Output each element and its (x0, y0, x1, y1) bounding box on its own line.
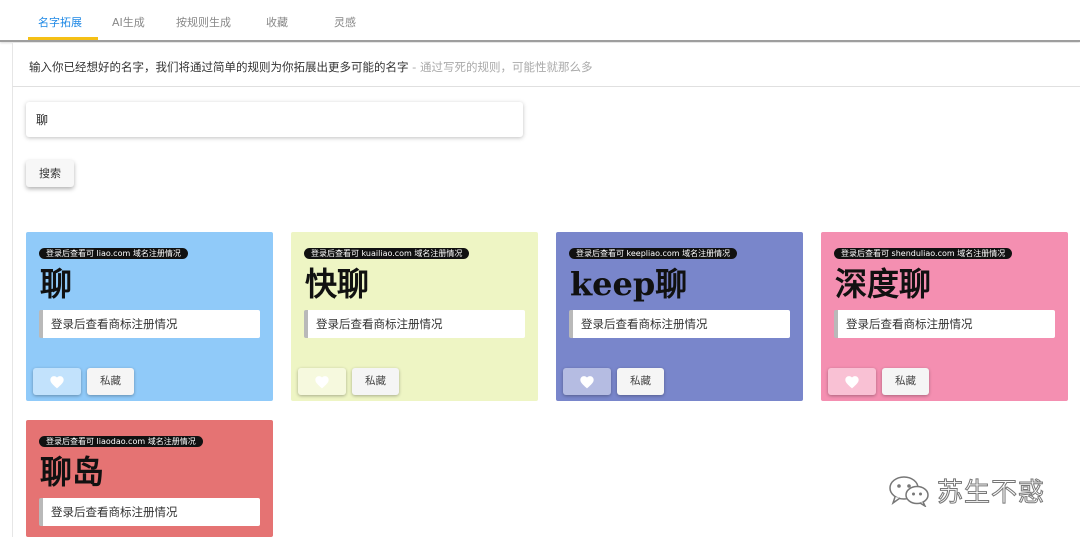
name-card: 登录后查看可 shenduliao.com 域名注册情况 深度聊 登录后查看商标… (821, 232, 1068, 401)
generated-name: 聊 (40, 265, 73, 303)
top-tab-bar: 名字拓展 AI生成 按规则生成 收藏 灵感 (0, 0, 1080, 42)
name-card: 登录后查看可 liao.com 域名注册情况 聊 登录后查看商标注册情况 私藏 (26, 232, 273, 401)
trademark-status[interactable]: 登录后查看商标注册情况 (39, 310, 260, 338)
generated-name: 深度聊 (835, 265, 932, 303)
content-left-border (12, 87, 13, 537)
trademark-status[interactable]: 登录后查看商标注册情况 (834, 310, 1055, 338)
name-card: 登录后查看可 kuailiao.com 域名注册情况 快聊 登录后查看商标注册情… (291, 232, 538, 401)
generated-name: 聊岛 (40, 453, 105, 491)
private-fav-button[interactable]: 私藏 (882, 368, 929, 395)
description-text: 输入你已经想好的名字，我们将通过简单的规则为你拓展出更多可能的名字 - 通过写死… (29, 59, 592, 75)
description-hint: - 通过写死的规则，可能性就那么多 (408, 60, 593, 74)
tab-favorites[interactable]: 收藏 (266, 14, 288, 30)
heart-icon (315, 376, 329, 389)
trademark-status[interactable]: 登录后查看商标注册情况 (569, 310, 790, 338)
heart-icon (580, 376, 594, 389)
like-button[interactable] (298, 368, 346, 395)
domain-status-tag[interactable]: 登录后查看可 keepliao.com 域名注册情况 (569, 248, 738, 259)
search-input[interactable] (26, 102, 523, 137)
heart-icon (50, 376, 64, 389)
description-bar: 输入你已经想好的名字，我们将通过简单的规则为你拓展出更多可能的名字 - 通过写死… (12, 43, 1080, 87)
description-main: 输入你已经想好的名字，我们将通过简单的规则为你拓展出更多可能的名字 (29, 60, 409, 74)
private-fav-button[interactable]: 私藏 (352, 368, 399, 395)
heart-icon (845, 376, 859, 389)
tab-ai-generate[interactable]: AI生成 (112, 14, 145, 30)
watermark-text: 苏生不惑 (936, 478, 1046, 509)
search-box (26, 102, 523, 137)
name-card: 登录后查看可 liaodao.com 域名注册情况 聊岛 登录后查看商标注册情况 (26, 420, 273, 537)
wechat-icon (889, 476, 929, 507)
domain-status-tag[interactable]: 登录后查看可 liaodao.com 域名注册情况 (39, 436, 203, 447)
domain-status-tag[interactable]: 登录后查看可 shenduliao.com 域名注册情况 (834, 248, 1013, 259)
tab-inspiration[interactable]: 灵感 (334, 14, 356, 30)
like-button[interactable] (828, 368, 876, 395)
private-fav-button[interactable]: 私藏 (87, 368, 134, 395)
search-button[interactable]: 搜索 (26, 160, 74, 187)
private-fav-button[interactable]: 私藏 (617, 368, 664, 395)
domain-status-tag[interactable]: 登录后查看可 kuailiao.com 域名注册情况 (304, 248, 470, 259)
tab-rule-generate[interactable]: 按规则生成 (176, 14, 231, 30)
active-tab-indicator (28, 37, 98, 40)
like-button[interactable] (563, 368, 611, 395)
name-card: 登录后查看可 keepliao.com 域名注册情况 keep聊 登录后查看商标… (556, 232, 803, 401)
domain-status-tag[interactable]: 登录后查看可 liao.com 域名注册情况 (39, 248, 188, 259)
trademark-status[interactable]: 登录后查看商标注册情况 (304, 310, 525, 338)
generated-name: 快聊 (305, 265, 370, 303)
like-button[interactable] (33, 368, 81, 395)
tab-name-expand[interactable]: 名字拓展 (38, 14, 82, 30)
generated-name: keep聊 (570, 265, 688, 303)
trademark-status[interactable]: 登录后查看商标注册情况 (39, 498, 260, 526)
